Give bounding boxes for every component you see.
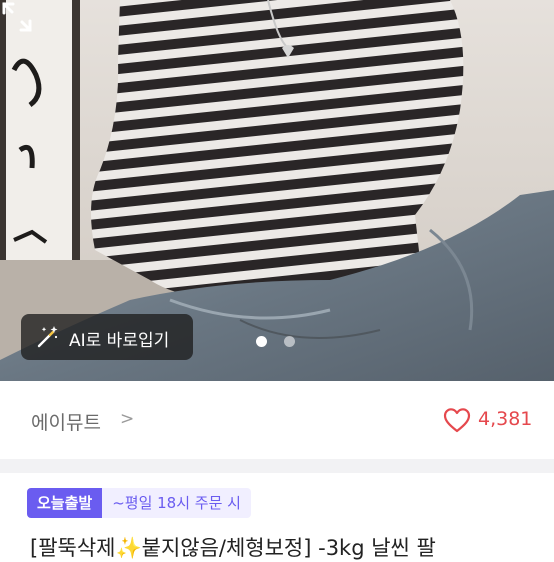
heart-icon <box>443 408 471 433</box>
product-title: [팔뚝삭제✨붙지않음/체형보정] -3kg 날씬 팔 <box>30 536 436 560</box>
seller-name-link[interactable]: 에이뮤트 <box>31 408 101 435</box>
chevron-right-icon[interactable]: > <box>120 409 134 429</box>
section-divider <box>0 459 554 473</box>
carousel-dot-active[interactable] <box>256 336 267 347</box>
ai-try-on-label: AI로 바로입기 <box>69 331 170 351</box>
product-image[interactable]: AI로 바로입기 <box>0 0 554 381</box>
carousel-dot[interactable] <box>284 336 295 347</box>
today-shipping-badge: 오늘출발 <box>27 488 103 518</box>
shipping-condition-badge: ~평일 18시 주문 시 <box>102 488 251 518</box>
shipping-badges: 오늘출발 ~평일 18시 주문 시 <box>27 487 251 519</box>
magic-wand-icon <box>37 326 58 348</box>
seller-row: 에이뮤트 > 4,381 <box>0 381 554 459</box>
expand-icon[interactable] <box>0 0 34 34</box>
like-button[interactable]: 4,381 <box>443 405 533 435</box>
carousel-indicator <box>256 336 300 348</box>
ai-try-on-button[interactable]: AI로 바로입기 <box>21 314 193 360</box>
like-count: 4,381 <box>478 408 533 430</box>
